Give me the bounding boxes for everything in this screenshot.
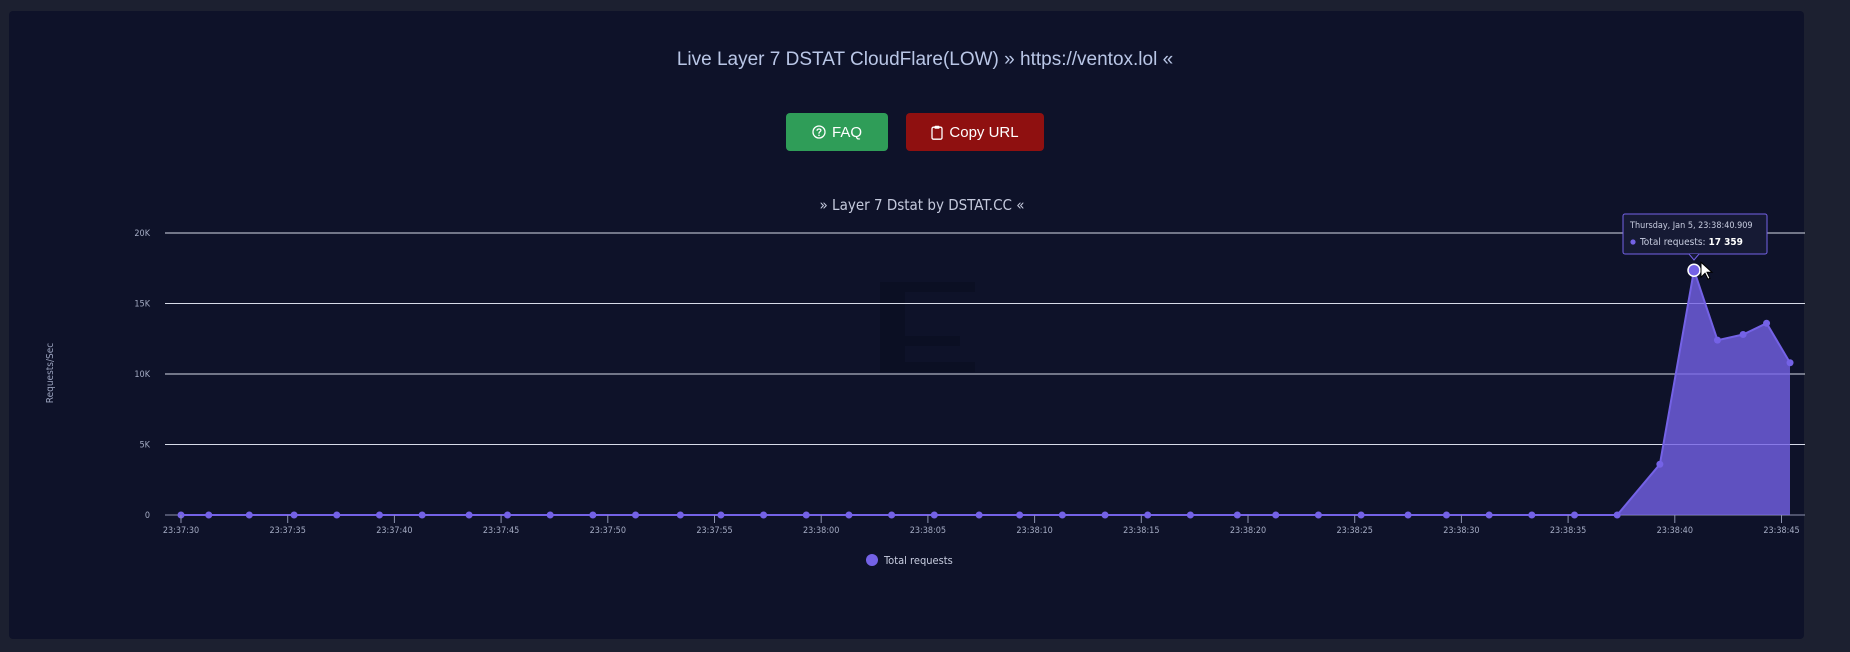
x-tick-label: 23:38:20 xyxy=(1230,526,1266,536)
x-tick-label: 23:38:05 xyxy=(910,526,946,536)
watermark-logo xyxy=(880,282,975,372)
data-point[interactable] xyxy=(930,511,938,519)
data-point[interactable] xyxy=(1613,511,1621,519)
y-tick-label: 15K xyxy=(134,300,150,310)
tooltip-box xyxy=(1622,213,1768,255)
data-point[interactable] xyxy=(632,511,640,519)
data-point[interactable] xyxy=(760,511,768,519)
y-tick-label: 20K xyxy=(134,229,150,239)
data-point[interactable] xyxy=(1687,263,1701,277)
x-tick-label: 23:37:45 xyxy=(483,526,519,536)
data-point[interactable] xyxy=(333,511,341,519)
data-point[interactable] xyxy=(1656,460,1664,468)
data-point[interactable] xyxy=(1357,511,1365,519)
x-tick-label: 23:37:35 xyxy=(270,526,306,536)
data-point[interactable] xyxy=(1144,511,1152,519)
data-point[interactable] xyxy=(1786,359,1794,367)
data-point[interactable] xyxy=(1101,511,1109,519)
data-point[interactable] xyxy=(1528,511,1536,519)
tooltip-header: Thursday, Jan 5, 23:38:40.909 xyxy=(1629,221,1753,231)
data-point[interactable] xyxy=(888,511,896,519)
chart-title: » Layer 7 Dstat by DSTAT.CC « xyxy=(820,196,1025,214)
x-tick-label: 23:38:40 xyxy=(1657,526,1693,536)
data-point[interactable] xyxy=(375,511,383,519)
data-point[interactable] xyxy=(1233,511,1241,519)
x-tick-label: 23:38:15 xyxy=(1123,526,1159,536)
data-point[interactable] xyxy=(418,511,426,519)
x-tick-label: 23:37:50 xyxy=(590,526,626,536)
data-point[interactable] xyxy=(1571,511,1579,519)
x-tick-label: 23:38:35 xyxy=(1550,526,1586,536)
data-point[interactable] xyxy=(245,511,253,519)
series-area xyxy=(181,270,1790,515)
y-tick-label: 10K xyxy=(134,370,150,380)
x-tick-label: 23:37:40 xyxy=(376,526,412,536)
legend[interactable]: Total requests xyxy=(866,554,953,567)
data-point[interactable] xyxy=(802,511,810,519)
data-point[interactable] xyxy=(290,511,298,519)
data-point[interactable] xyxy=(465,511,473,519)
tooltip-marker xyxy=(1630,239,1636,245)
data-point[interactable] xyxy=(1272,511,1280,519)
y-tick-label: 5K xyxy=(140,441,151,451)
x-tick-label: 23:37:55 xyxy=(696,526,732,536)
legend-marker xyxy=(866,554,878,566)
data-point[interactable] xyxy=(1404,511,1412,519)
data-point[interactable] xyxy=(717,511,725,519)
data-point[interactable] xyxy=(1058,511,1066,519)
chart: » Layer 7 Dstat by DSTAT.CC « Requests/S… xyxy=(45,196,1805,567)
data-point[interactable] xyxy=(504,511,512,519)
y-axis-label: Requests/Sec xyxy=(45,343,56,403)
data-point[interactable] xyxy=(546,511,554,519)
legend-label: Total requests xyxy=(883,554,953,567)
tooltip-pointer xyxy=(1688,253,1700,261)
x-tick-label: 23:38:10 xyxy=(1016,526,1052,536)
x-tick-label: 23:37:30 xyxy=(163,526,199,536)
data-point[interactable] xyxy=(1442,511,1450,519)
x-tick-label: 23:38:45 xyxy=(1763,526,1799,536)
series-line xyxy=(181,269,1791,516)
data-point[interactable] xyxy=(975,511,983,519)
data-point[interactable] xyxy=(589,511,597,519)
data-point[interactable] xyxy=(205,511,213,519)
data-point[interactable] xyxy=(1016,511,1024,519)
x-tick-label: 23:38:30 xyxy=(1443,526,1479,536)
mouse-cursor-icon xyxy=(1700,261,1714,280)
data-point[interactable] xyxy=(1713,336,1721,344)
data-point[interactable] xyxy=(1186,511,1194,519)
data-point[interactable] xyxy=(1763,319,1771,327)
tooltip-value: Total requests: 17 359 xyxy=(1639,237,1743,248)
data-point[interactable] xyxy=(676,511,684,519)
data-point[interactable] xyxy=(1314,511,1322,519)
tooltip: Thursday, Jan 5, 23:38:40.909 Total reque… xyxy=(1622,213,1768,261)
data-point[interactable] xyxy=(1739,331,1747,339)
x-tick-label: 23:38:00 xyxy=(803,526,839,536)
x-tick-label: 23:38:25 xyxy=(1337,526,1373,536)
data-point[interactable] xyxy=(845,511,853,519)
y-tick-label: 0 xyxy=(145,511,150,521)
data-point[interactable] xyxy=(1485,511,1493,519)
